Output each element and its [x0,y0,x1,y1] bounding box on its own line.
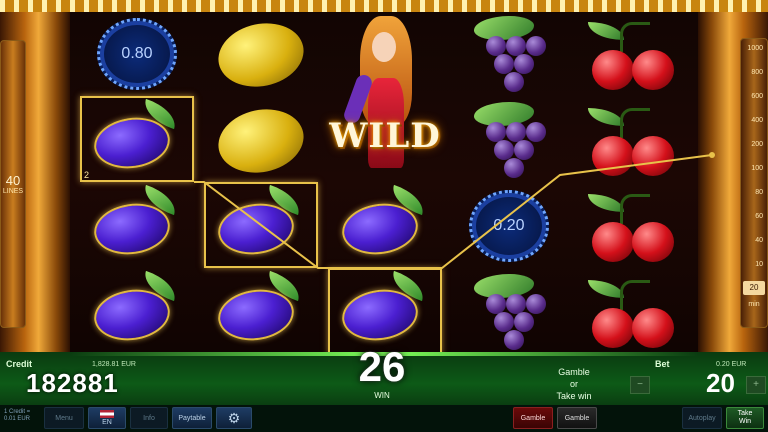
grapes-icon [466,274,552,352]
language-label: EN [102,419,112,426]
autoplay-button[interactable]: Autoplay [682,407,722,429]
language-button[interactable]: EN [88,407,126,429]
cherries-symbol [574,98,692,184]
credit-info-line: 0.01 EUR [4,416,31,422]
bet-scale[interactable]: 1000 800 600 400 200 100 80 60 40 10 20 … [740,38,768,328]
slot-game: 0.80 WILD 0.20 2 40 LINES 1000 800 600 4… [0,0,768,432]
grapes-icon [466,102,552,180]
bet-plus-button[interactable]: + [746,376,766,394]
grapes-symbol [450,12,568,98]
bet-tick[interactable]: 400 [751,117,763,124]
lemon-symbol [202,12,320,98]
credit-eur: 1,828.81 EUR [92,361,136,368]
paytable-button[interactable]: Paytable [172,407,212,429]
lemon-icon [212,15,310,95]
plum-symbol [78,184,196,270]
menu-button[interactable]: Menu [44,407,84,429]
bet-selected-marker[interactable]: 20 [743,281,765,295]
gamble-red-button[interactable]: Gamble [513,407,553,429]
grapes-symbol [450,270,568,356]
credit-info-line: 1 Credit = [4,409,31,415]
win-frame [328,268,442,354]
cherries-icon [584,106,684,182]
reel-4: 0.20 [450,12,568,352]
bet-tick[interactable]: 600 [751,93,763,100]
lemon-icon [212,101,310,181]
reel-1: 0.80 [78,12,196,352]
win-frame [204,182,318,268]
coin-symbol: 0.80 [78,12,196,98]
grapes-symbol [450,98,568,184]
take-win-button[interactable]: Take Win [726,407,764,429]
wild-symbol: WILD [326,12,444,184]
bet-tick[interactable]: 1000 [747,45,763,52]
gamble-prompt-line: Gamble [558,367,590,377]
bet-tick[interactable]: 80 [755,189,763,196]
gamble-black-button[interactable]: Gamble [557,407,597,429]
lines-count: 40 [5,173,21,188]
coin-symbol: 0.20 [450,184,568,270]
coin-value: 0.80 [97,18,177,90]
gamble-prompt-line: or [569,379,578,389]
take-win-label: Take [737,410,753,417]
cherries-icon [584,278,684,354]
lines-indicator: 40 LINES [0,40,26,328]
cherries-symbol [574,184,692,270]
plum-symbol [326,184,444,270]
lemon-symbol [202,98,320,184]
cherries-symbol [574,12,692,98]
grapes-icon [466,16,552,94]
bet-tick[interactable]: 200 [751,141,763,148]
bet-min-label[interactable]: min [743,301,765,308]
gear-icon[interactable]: ⚙ [216,407,252,429]
wild-label: WILD [329,116,441,156]
credit-info: 1 Credit = 0.01 EUR [4,409,42,423]
credit-value: 182881 [26,368,119,398]
marquee-lights [0,0,768,12]
plum-symbol [78,270,196,356]
bet-tick[interactable]: 800 [751,69,763,76]
lines-label: LINES [2,188,24,195]
info-button[interactable]: Info [130,407,168,429]
bet-minus-button[interactable]: − [630,376,650,394]
flag-icon [100,410,114,418]
win-value: 26 [358,343,406,390]
bet-tick[interactable]: 100 [751,165,763,172]
win-line-number: 2 [84,170,90,180]
bet-value: 20 [706,368,735,398]
reel-5 [574,12,692,352]
cherries-icon [584,20,684,96]
bet-tick[interactable]: 10 [755,261,763,268]
gamble-prompt-line: Take win [556,391,592,401]
bet-tick[interactable]: 60 [755,213,763,220]
bet-tick[interactable]: 40 [755,237,763,244]
plum-symbol [202,270,320,356]
take-win-label: Win [738,418,752,425]
cherries-icon [584,192,684,268]
coin-value: 0.20 [469,190,549,262]
cherries-symbol [574,270,692,356]
bet-eur: 0.20 EUR [716,361,747,368]
win-frame [80,96,194,182]
win-label: WIN [374,391,390,400]
bet-label: Bet [655,359,670,369]
gamble-prompt: Gamble or Take win [544,366,604,402]
